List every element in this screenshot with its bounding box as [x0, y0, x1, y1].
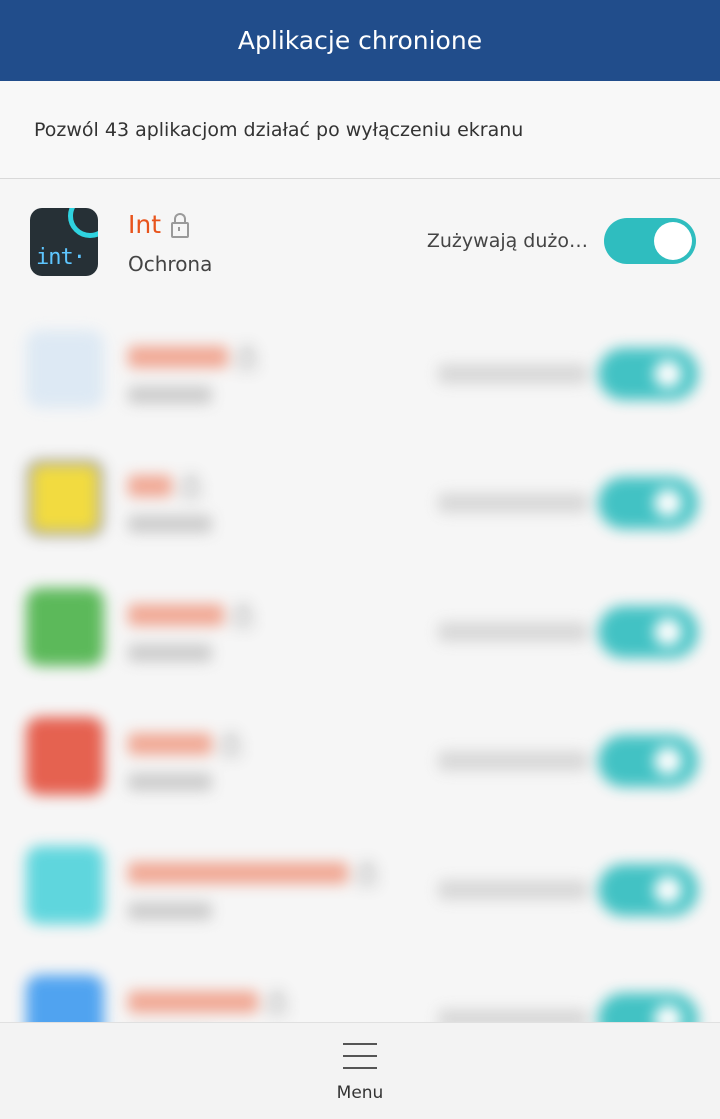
blurred-app-icon	[26, 459, 104, 537]
protection-toggle[interactable]	[598, 864, 698, 916]
toggle-knob	[654, 360, 682, 388]
app-name-blurred	[128, 602, 252, 628]
description-text: Pozwól 43 aplikacjom działać po wyłączen…	[34, 118, 524, 141]
lock-icon	[171, 212, 190, 238]
toggle-knob	[654, 876, 682, 904]
protection-toggle[interactable]	[598, 606, 698, 658]
toggle-knob	[654, 222, 692, 260]
usage-text-blurred	[438, 493, 588, 513]
app-name-blurred	[128, 860, 376, 886]
lock-icon	[268, 990, 286, 1015]
app-name-label: Int	[128, 210, 162, 239]
app-status: Ochrona	[128, 252, 213, 276]
app-name-blurred	[128, 731, 240, 757]
toggle-knob	[654, 747, 682, 775]
list-item-int[interactable]: int· Int Ochrona Zużywają dużo…	[0, 180, 720, 308]
usage-text-blurred	[438, 622, 588, 642]
app-status-blurred	[128, 515, 212, 533]
protected-apps-description: Pozwól 43 aplikacjom działać po wyłączen…	[0, 81, 720, 179]
lock-icon	[222, 732, 240, 757]
usage-text-blurred	[438, 751, 588, 771]
bottom-bar: Menu	[0, 1022, 720, 1119]
menu-label[interactable]: Menu	[337, 1083, 384, 1103]
protection-toggle[interactable]	[598, 348, 698, 400]
toggle-knob	[654, 489, 682, 517]
lock-icon	[358, 861, 376, 886]
page-title: Aplikacje chronione	[237, 26, 483, 55]
blurred-app-icon	[26, 588, 104, 666]
list-item-blurred[interactable]	[0, 824, 720, 953]
list-item-blurred[interactable]	[0, 695, 720, 824]
app-status-blurred	[128, 386, 212, 404]
protection-toggle[interactable]	[604, 218, 696, 264]
app-name: Int	[128, 210, 190, 239]
app-status-blurred	[128, 773, 212, 791]
app-name-blurred	[128, 344, 256, 370]
lock-icon	[234, 603, 252, 628]
protection-toggle[interactable]	[598, 735, 698, 787]
app-list: int· Int Ochrona Zużywają dużo…	[0, 180, 720, 1082]
protection-toggle[interactable]	[598, 477, 698, 529]
lock-icon	[238, 345, 256, 370]
menu-icon[interactable]	[343, 1043, 377, 1069]
lock-icon	[182, 474, 200, 499]
app-name-blurred	[128, 473, 200, 499]
int-app-icon: int·	[30, 208, 98, 276]
app-name-blurred	[128, 989, 286, 1015]
blurred-app-icon	[26, 717, 104, 795]
usage-text: Zużywają dużo…	[426, 230, 588, 252]
toggle-knob	[654, 618, 682, 646]
title-bar: Aplikacje chronione	[0, 0, 720, 81]
list-item-blurred[interactable]	[0, 308, 720, 437]
app-status-blurred	[128, 902, 212, 920]
app-status-blurred	[128, 644, 212, 662]
usage-text-blurred	[438, 880, 588, 900]
usage-text-blurred	[438, 364, 588, 384]
blurred-app-icon	[26, 846, 104, 924]
list-item-blurred[interactable]	[0, 566, 720, 695]
list-item-blurred[interactable]	[0, 437, 720, 566]
blurred-app-icon	[26, 330, 104, 408]
